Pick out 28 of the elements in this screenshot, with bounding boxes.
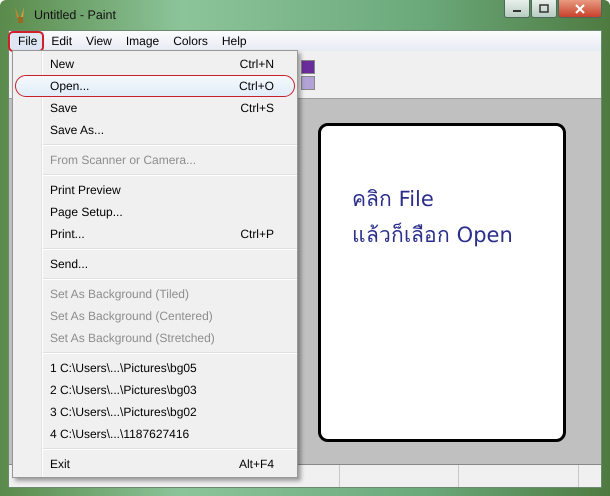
menu-entry[interactable]: 3 C:\Users\...\Pictures\bg02	[15, 401, 295, 423]
menu-item[interactable]: Help	[214, 32, 254, 50]
menu-entry[interactable]: 1 C:\Users\...\Pictures\bg05	[15, 357, 295, 379]
menu-entry[interactable]: Save Ctrl+S	[15, 97, 295, 119]
menu-entry[interactable]: Send...	[15, 253, 295, 275]
close-icon	[574, 4, 586, 14]
window-title: Untitled - Paint	[34, 8, 116, 22]
color-swatch[interactable]	[301, 76, 315, 90]
maximize-button[interactable]	[531, 0, 557, 18]
menu-entry[interactable]: Print Preview	[15, 179, 295, 201]
menu-entry[interactable]: Page Setup...	[15, 201, 295, 223]
menu-item[interactable]: Image	[118, 32, 166, 50]
color-swatch[interactable]	[301, 60, 315, 74]
canvas-text: คลิก File	[352, 186, 435, 213]
menu-entry[interactable]: Save As...	[15, 119, 295, 141]
menu-entry[interactable]: 4 C:\Users\...\1187627416	[15, 423, 295, 445]
minimize-button[interactable]	[504, 0, 530, 18]
menu-entry[interactable]: New Ctrl+N	[15, 53, 295, 75]
menu-entry[interactable]: Exit Alt+F4	[15, 453, 295, 475]
menu-entry[interactable]: 2 C:\Users\...\Pictures\bg03	[15, 379, 295, 401]
menu-entry[interactable]: Print... Ctrl+P	[15, 223, 295, 245]
menu-item[interactable]: Edit	[44, 32, 80, 50]
menu-entry[interactable]: Open... Ctrl+O	[15, 75, 295, 97]
canvas-text: แล้วก็เลือก Open	[352, 222, 514, 249]
maximize-icon	[539, 4, 549, 13]
menu-item[interactable]: View	[79, 32, 119, 50]
close-button[interactable]	[558, 0, 602, 18]
menu-item[interactable]: Colors	[166, 32, 215, 50]
